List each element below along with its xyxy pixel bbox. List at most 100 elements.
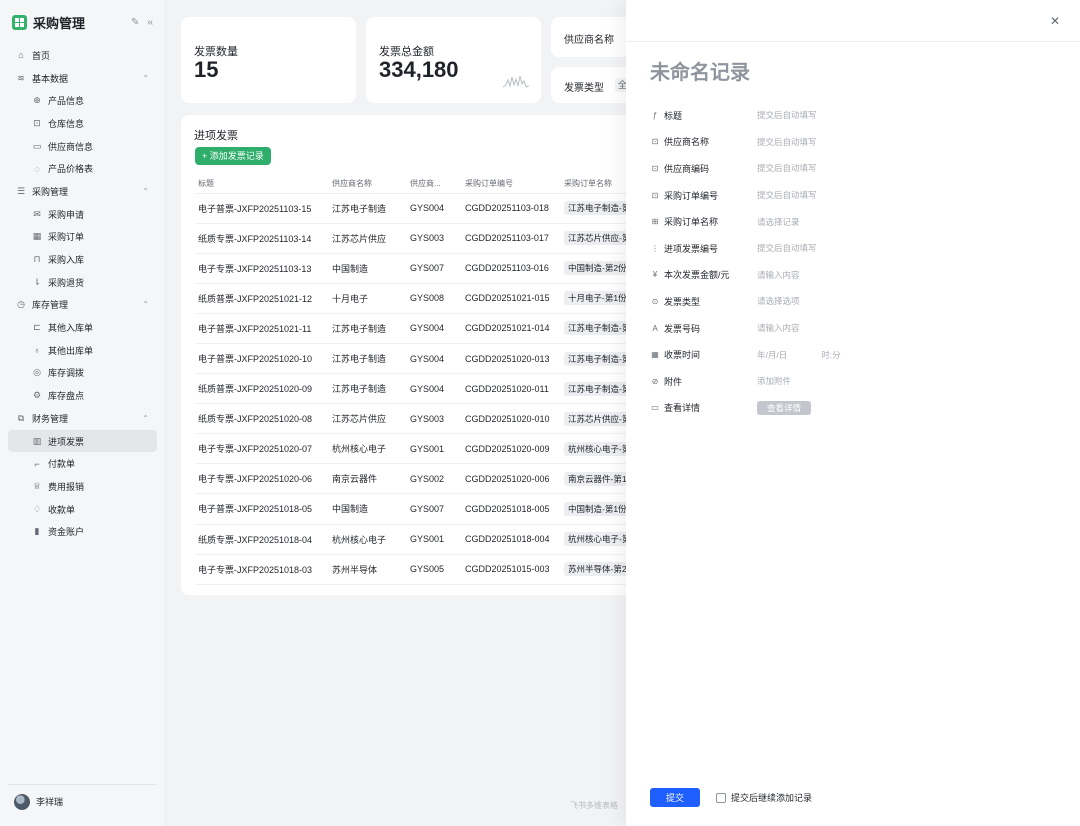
column-header[interactable]: 供应商名称 xyxy=(329,175,407,194)
linked-record-tag[interactable]: 江苏电子制造-第 xyxy=(564,381,635,396)
form-field-row: ⊙ 发票类型 请选择选项 xyxy=(650,288,1050,315)
sidebar-item[interactable]: ⌂ 首页 xyxy=(8,44,157,67)
linked-record-tag[interactable]: 杭州核心电子-第 xyxy=(564,441,635,456)
form-field-input[interactable]: 请输入内容 xyxy=(757,322,800,334)
sidebar-item-label: 采购退货 xyxy=(48,277,85,288)
form-field-input[interactable]: 提交后自动填写 xyxy=(757,136,817,148)
form-field-row: ⊞ 采购订单名称 请选择记录 xyxy=(650,208,1050,235)
sidebar-item[interactable]: ◌ 产品价格表 xyxy=(8,157,157,180)
form-field-input[interactable]: 提交后自动填写 xyxy=(757,162,817,174)
table-cell: CGDD20251020-011 xyxy=(462,373,561,405)
chevron-up-icon[interactable]: ⌃ xyxy=(142,74,149,83)
sidebar-item[interactable]: ⊏ 其他入库单 xyxy=(8,316,157,339)
sidebar-item-label: 采购入库 xyxy=(48,255,85,266)
table-row[interactable]: 电子普票-JXFP20251020-10 江苏电子制造 GYS004 CGDD2025… xyxy=(195,343,645,375)
linked-record-tag[interactable]: 江苏芯片供应-第 xyxy=(564,411,635,426)
linked-record-tag[interactable]: 苏州半导体-第2 xyxy=(564,562,631,577)
sidebar-item[interactable]: ☰ 采购管理 ⌃ xyxy=(8,180,157,203)
form-field-input[interactable]: 请选择记录 xyxy=(757,216,800,228)
table-row[interactable]: 电子专票-JXFP20251020-07 杭州核心电子 GYS001 CGDD2025… xyxy=(195,433,645,465)
table-cell: CGDD20251020-013 xyxy=(462,343,561,375)
sidebar-item[interactable]: ⌐ 付款单 xyxy=(8,452,157,475)
linked-record-tag[interactable]: 江苏电子制造-第 xyxy=(564,321,635,336)
sidebar-item[interactable]: ≋ 基本数据 ⌃ xyxy=(8,67,157,90)
table-row[interactable]: 电子专票-JXFP20251018-03 苏州半导体 GYS005 CGDD20251… xyxy=(195,554,645,585)
table-cell: GYS008 xyxy=(407,283,462,314)
linked-record-tag[interactable]: 江苏电子制造-第 xyxy=(564,201,635,216)
sidebar-item[interactable]: ⊓ 采购入库 xyxy=(8,248,157,271)
sidebar-item[interactable]: ▥ 进项发票 xyxy=(8,429,157,453)
close-icon[interactable]: ✕ xyxy=(1050,14,1060,28)
continue-adding-checkbox[interactable] xyxy=(716,792,726,803)
table-row[interactable]: 纸质专票-JXFP20251020-08 江苏芯片供应 GYS003 CGDD2025… xyxy=(195,403,645,435)
table-row[interactable]: 纸质普票-JXFP20251021-12 十月电子 GYS008 CGDD202510… xyxy=(195,283,645,314)
sidebar-item[interactable]: ◷ 库存管理 ⌃ xyxy=(8,294,157,317)
footer-note: 飞书多维表格 xyxy=(570,801,618,810)
table-cell: GYS001 xyxy=(407,433,462,465)
collapse-sidebar-icon[interactable]: « xyxy=(147,17,153,28)
add-invoice-button[interactable]: + 添加发票记录 xyxy=(195,147,271,165)
invoice-table: 标题 供应商名称 供应商... 采购订单编号 采购订单名称 电子普票-JXFP20251… xyxy=(195,175,645,585)
table-row[interactable]: 电子专票-JXFP20251020-06 南京云器件 GYS002 CGDD20251… xyxy=(195,463,645,495)
column-header[interactable]: 供应商... xyxy=(407,175,462,194)
table-cell: CGDD20251103-018 xyxy=(462,193,561,224)
sidebar-item[interactable]: ◎ 库存调拨 xyxy=(8,362,157,385)
form-field-input[interactable]: 添加附件 xyxy=(757,375,791,387)
table-row[interactable]: 电子普票-JXFP20251018-05 中国制造 GYS007 CGDD202510… xyxy=(195,493,645,525)
form-field-input[interactable]: 提交后自动填写 xyxy=(757,242,817,254)
table-row[interactable]: 纸质专票-JXFP20251018-04 杭州核心电子 GYS001 CGDD2025… xyxy=(195,524,645,555)
table-row[interactable]: 电子专票-JXFP20251103-13 中国制造 GYS007 CGDD202511… xyxy=(195,253,645,284)
chevron-up-icon[interactable]: ⌃ xyxy=(142,300,149,309)
sparkline-icon xyxy=(503,75,529,88)
form-field-input[interactable]: 年/月/日 xyxy=(757,349,787,361)
table-row[interactable]: 电子普票-JXFP20251021-11 江苏电子制造 GYS004 CGDD2025… xyxy=(195,313,645,344)
linked-record-tag[interactable]: 南京云器件-第1 xyxy=(564,471,631,486)
sidebar-item[interactable]: ⇂ 采购退货 xyxy=(8,271,157,294)
column-header[interactable]: 采购订单编号 xyxy=(462,175,561,194)
linked-record-tag[interactable]: 杭州核心电子-第 xyxy=(564,532,635,547)
linked-record-tag[interactable]: 中国制造-第2份 xyxy=(564,261,631,276)
sidebar-item[interactable]: ⧉ 财务管理 ⌃ xyxy=(8,407,157,430)
form-field-row: ⊡ 采购订单编号 提交后自动填写 xyxy=(650,182,1050,209)
form-field-input[interactable]: 请选择选项 xyxy=(757,295,800,307)
sidebar: 采购管理 ✎ « ⌂ 首页 ≋ 基本数据 ⌃ ⊕ 产品信息 ⊡ 仓库信息 ▭ 供应商信息 ◌ 产品价格表… xyxy=(0,0,166,826)
linked-record-tag[interactable]: 中国制造-第1份 xyxy=(564,501,631,516)
linked-record-tag[interactable]: 十月电子-第1份 xyxy=(564,291,631,306)
table-row[interactable]: 纸质普票-JXFP20251020-09 江苏电子制造 GYS004 CGDD2025… xyxy=(195,373,645,405)
edit-icon[interactable]: ✎ xyxy=(131,17,139,28)
sidebar-item[interactable]: ⊕ 产品信息 xyxy=(8,89,157,112)
sidebar-item[interactable]: ⊡ 仓库信息 xyxy=(8,112,157,135)
trophy-icon: ♕ xyxy=(32,480,42,491)
form-field-input[interactable]: 提交后自动填写 xyxy=(757,109,817,121)
sidebar-item[interactable]: ✉ 采购申请 xyxy=(8,203,157,226)
table-cell: 中国制造 xyxy=(329,253,407,284)
submit-button[interactable]: 提交 xyxy=(650,788,700,807)
date-icon: ▦ xyxy=(651,350,659,360)
linked-record-tag[interactable]: 江苏电子制造-第 xyxy=(564,351,635,366)
linked-record-tag[interactable]: 江苏芯片供应-第 xyxy=(564,231,635,246)
form-field-input[interactable]: 提交后自动填写 xyxy=(757,189,817,201)
record-form: ƒ 标题 提交后自动填写 ⊡ 供应商名称 提交后自动填写 ⊡ 供应商编码 提交后自动填写 ⊡ 采购订… xyxy=(650,102,1050,421)
table-row[interactable]: 纸质专票-JXFP20251103-14 江苏芯片供应 GYS003 CGDD2025… xyxy=(195,223,645,254)
sidebar-item[interactable]: ♢ 收款单 xyxy=(8,498,157,521)
form-field-input[interactable]: 请输入内容 xyxy=(757,269,800,281)
table-cell: CGDD20251018-004 xyxy=(462,524,561,555)
sidebar-item[interactable]: ♕ 费用报销 xyxy=(8,475,157,498)
sidebar-item[interactable]: ♁ 其他出库单 xyxy=(8,339,157,362)
time-input[interactable]: 时:分 xyxy=(821,349,840,361)
sidebar-item[interactable]: ▦ 采购订单 xyxy=(8,226,157,249)
avatar[interactable] xyxy=(14,793,30,810)
view-details-button[interactable]: 查看详情 xyxy=(757,400,812,415)
form-field-label: ▦ 收票时间 xyxy=(650,348,757,361)
user-profile[interactable]: 李祥瑞 xyxy=(8,784,157,818)
chevron-up-icon[interactable]: ⌃ xyxy=(142,187,149,196)
sidebar-item-label: 首页 xyxy=(32,50,51,61)
chevron-up-icon[interactable]: ⌃ xyxy=(142,414,149,423)
sidebar-item[interactable]: ⚙ 库存盘点 xyxy=(8,384,157,407)
column-header[interactable]: 标题 xyxy=(195,175,329,194)
table-row[interactable]: 电子普票-JXFP20251103-15 江苏电子制造 GYS004 CGDD2025… xyxy=(195,193,645,224)
invoice-type-filter-label: 发票类型 xyxy=(564,83,604,94)
sidebar-item[interactable]: ▭ 供应商信息 xyxy=(8,135,157,158)
sidebar-item[interactable]: ▮ 资金账户 xyxy=(8,520,157,543)
table-cell: CGDD20251020-006 xyxy=(462,463,561,495)
